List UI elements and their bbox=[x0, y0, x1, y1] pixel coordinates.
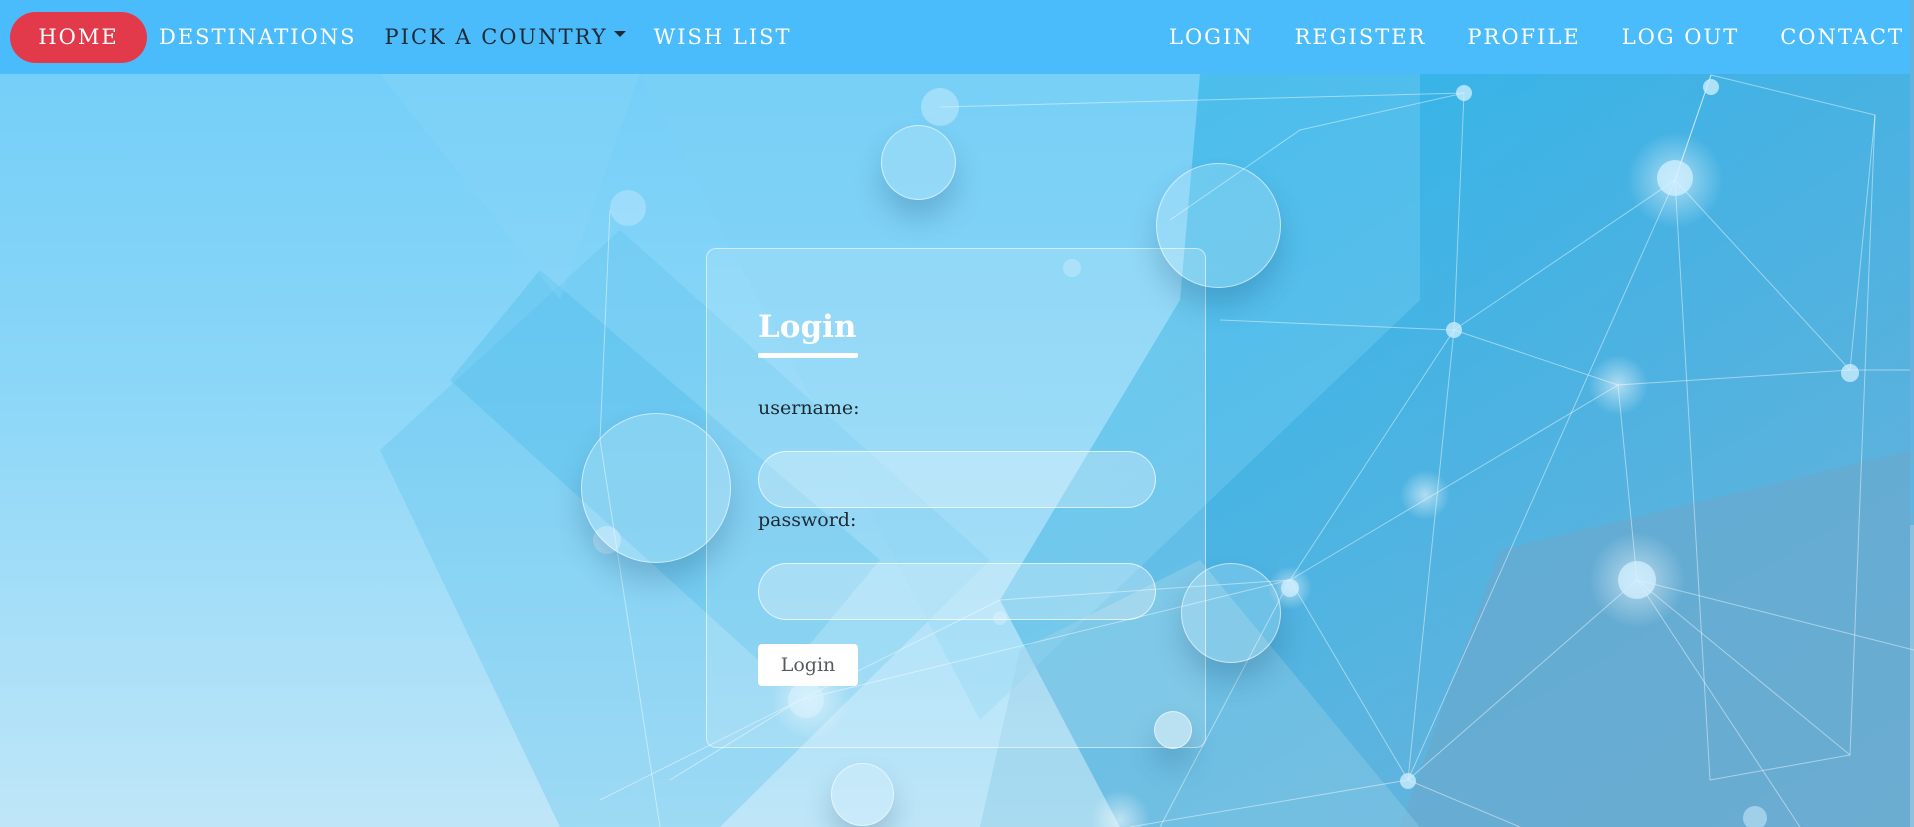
login-title: Login bbox=[758, 309, 857, 345]
nav-logout-link[interactable]: LOG OUT bbox=[1622, 25, 1740, 49]
nav-left-group: HOME DESTINATIONS PICK A COUNTRY WISH LI… bbox=[10, 11, 820, 63]
page-scrollbar-thumb[interactable] bbox=[1910, 0, 1914, 525]
login-submit-button[interactable]: Login bbox=[758, 644, 858, 686]
top-navbar: HOME DESTINATIONS PICK A COUNTRY WISH LI… bbox=[0, 0, 1914, 74]
decorative-bubble bbox=[581, 413, 731, 563]
decorative-bubble bbox=[881, 125, 956, 200]
password-label: password: bbox=[758, 509, 857, 531]
nav-register-link[interactable]: REGISTER bbox=[1295, 25, 1427, 49]
nav-pick-country-dropdown[interactable]: PICK A COUNTRY bbox=[385, 25, 626, 49]
nav-home-link[interactable]: HOME bbox=[10, 11, 147, 63]
nav-right-group: LOGIN REGISTER PROFILE LOG OUT CONTACT bbox=[1128, 25, 1904, 49]
password-input[interactable] bbox=[758, 563, 1156, 620]
username-label: username: bbox=[758, 397, 860, 419]
nav-contact-link[interactable]: CONTACT bbox=[1780, 25, 1904, 49]
nav-destinations-link[interactable]: DESTINATIONS bbox=[159, 25, 357, 49]
decorative-bubble bbox=[1156, 163, 1281, 288]
title-underline bbox=[758, 353, 858, 358]
nav-login-link[interactable]: LOGIN bbox=[1169, 25, 1254, 49]
decorative-bubble bbox=[831, 763, 894, 826]
decorative-bubble bbox=[1181, 563, 1281, 663]
nav-profile-link[interactable]: PROFILE bbox=[1467, 25, 1580, 49]
nav-pick-country-label: PICK A COUNTRY bbox=[384, 25, 608, 49]
caret-down-icon bbox=[613, 31, 626, 37]
nav-wish-list-link[interactable]: WISH LIST bbox=[654, 25, 792, 49]
decorative-bubble bbox=[1154, 711, 1192, 749]
username-input[interactable] bbox=[758, 451, 1156, 508]
login-card: Login username: password: Login bbox=[706, 248, 1206, 748]
